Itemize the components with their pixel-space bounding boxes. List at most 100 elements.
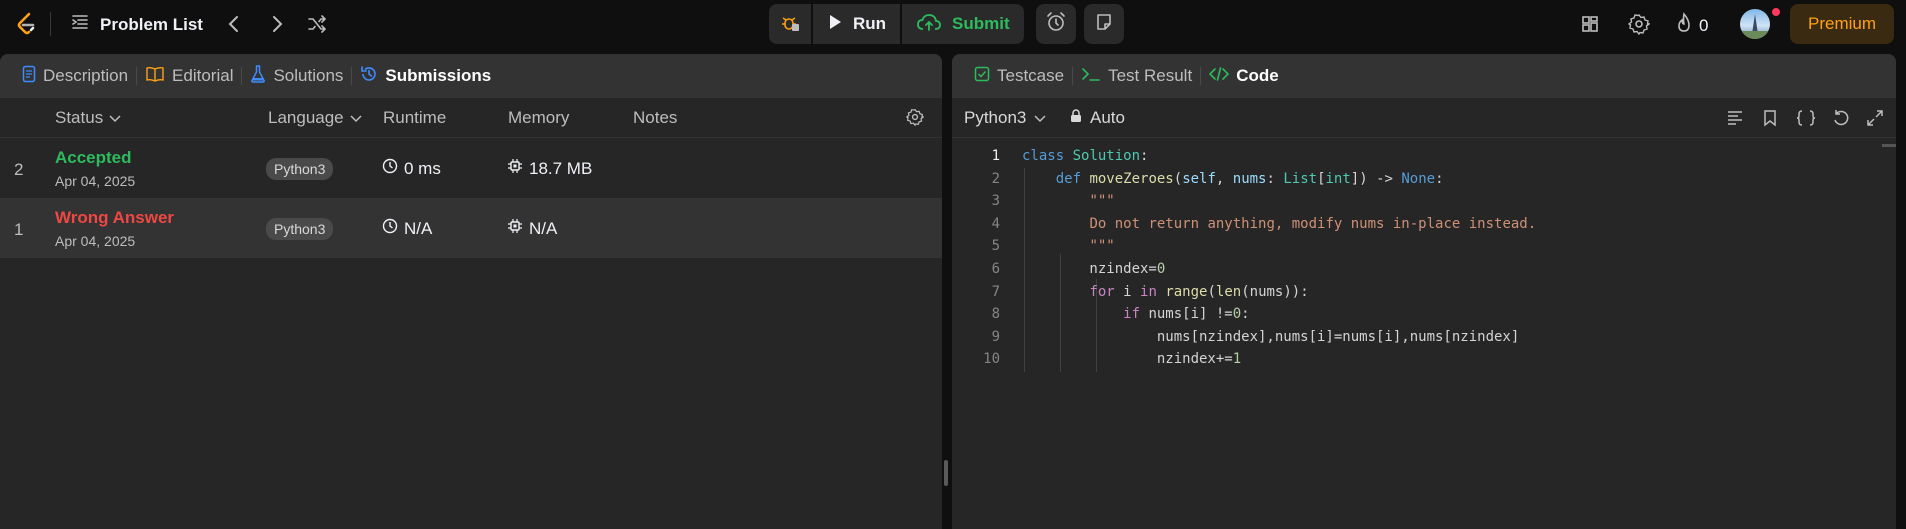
scrollbar[interactable] xyxy=(1882,144,1896,147)
run-button[interactable]: Run xyxy=(811,4,901,44)
runtime-value: N/A xyxy=(382,218,432,239)
memory-header-label: Memory xyxy=(508,108,570,127)
memory-value: 18.7 MB xyxy=(507,158,592,179)
editor-toolbar: Python3 Auto xyxy=(952,98,1896,138)
premium-button[interactable]: Premium xyxy=(1790,4,1894,44)
format-icon[interactable] xyxy=(1726,109,1744,132)
tab-test-result-label: Test Result xyxy=(1108,66,1193,85)
language-header-label: Language xyxy=(268,108,344,127)
chevron-down-icon xyxy=(109,108,121,128)
tab-description-label: Description xyxy=(43,66,129,85)
line-number: 8 xyxy=(991,306,1000,323)
notes-button[interactable] xyxy=(1084,4,1124,44)
auto-mode-label: Auto xyxy=(1090,107,1125,127)
code-line: if nums[i] !=0: xyxy=(1123,306,1250,323)
tab-testcase[interactable]: Testcase xyxy=(966,54,1072,98)
memory-text: N/A xyxy=(529,218,558,238)
status-column-header[interactable]: Status xyxy=(55,108,121,128)
bookmark-icon[interactable] xyxy=(1762,109,1778,132)
runtime-column-header: Runtime xyxy=(383,108,446,128)
expand-icon[interactable] xyxy=(1866,109,1884,132)
code-line: nzindex=0 xyxy=(1022,261,1166,277)
code-line: for i in range(len(nums)): xyxy=(1089,283,1309,300)
chevron-down-icon xyxy=(350,108,362,128)
status-wrong-answer[interactable]: Wrong Answer xyxy=(55,208,174,228)
prev-problem-icon[interactable] xyxy=(222,12,246,36)
table-row[interactable]: 1 Wrong Answer Apr 04, 2025 Python3 N/A … xyxy=(0,198,942,258)
code-line: def moveZeroes(self, nums: List[int]) ->… xyxy=(1055,170,1444,187)
submission-date: Apr 04, 2025 xyxy=(55,173,136,189)
tab-solutions[interactable]: Solutions xyxy=(242,54,351,98)
memory-value: N/A xyxy=(507,218,557,239)
problem-list-label: Problem List xyxy=(100,14,203,34)
row-index: 1 xyxy=(14,220,24,239)
table-settings-gear-icon[interactable] xyxy=(905,108,925,131)
streak-count: 0 xyxy=(1699,15,1709,35)
leetcode-logo-icon[interactable] xyxy=(12,10,40,38)
submissions-table-header: Status Language Runtime Memory Notes xyxy=(0,98,942,138)
next-problem-icon[interactable] xyxy=(265,12,289,36)
status-header-label: Status xyxy=(55,108,104,127)
tab-editorial-label: Editorial xyxy=(172,66,234,85)
submit-button[interactable]: Submit xyxy=(900,4,1024,44)
tab-submissions[interactable]: Submissions xyxy=(352,54,499,98)
tab-description[interactable]: Description xyxy=(14,54,136,98)
line-number: 2 xyxy=(991,170,1000,187)
line-number: 7 xyxy=(991,283,1000,300)
language-select[interactable]: Python3 xyxy=(964,108,1046,128)
submissions-panel: Description Editorial Solutions Submissi… xyxy=(0,54,942,529)
runtime-value: 0 ms xyxy=(382,158,441,179)
runtime-header-label: Runtime xyxy=(383,108,447,127)
tab-code-label: Code xyxy=(1236,66,1279,85)
code-panel: Testcase Test Result Code Python3 Auto 1… xyxy=(952,54,1896,529)
flame-icon xyxy=(1675,12,1693,39)
chevron-down-icon xyxy=(1034,108,1046,128)
runtime-text: 0 ms xyxy=(404,158,441,178)
tab-testcase-label: Testcase xyxy=(997,66,1065,85)
layout-icon[interactable] xyxy=(1578,12,1602,36)
clock-icon xyxy=(382,158,398,179)
problem-list-button[interactable]: Problem List xyxy=(70,12,203,37)
curly-braces-icon[interactable] xyxy=(1796,109,1816,132)
language-badge: Python3 xyxy=(266,158,334,180)
status-accepted[interactable]: Accepted xyxy=(55,148,132,168)
shuffle-icon[interactable] xyxy=(305,12,329,36)
line-number: 6 xyxy=(991,261,1000,277)
notes-header-label: Notes xyxy=(633,108,678,127)
table-row[interactable]: 2 Accepted Apr 04, 2025 Python3 0 ms 18.… xyxy=(0,138,942,198)
row-index: 2 xyxy=(14,160,24,179)
debug-button[interactable] xyxy=(769,4,811,44)
submit-label: Submit xyxy=(952,14,1010,33)
avatar[interactable] xyxy=(1740,9,1770,39)
clock-icon xyxy=(382,218,398,239)
cloud-upload-icon xyxy=(916,12,942,37)
document-icon xyxy=(22,65,36,88)
premium-label: Premium xyxy=(1807,14,1876,33)
list-icon xyxy=(70,12,90,37)
tab-submissions-label: Submissions xyxy=(385,66,492,85)
tab-editorial[interactable]: Editorial xyxy=(137,54,241,98)
checkbox-icon xyxy=(974,66,990,87)
language-column-header[interactable]: Language xyxy=(268,108,362,128)
reset-icon[interactable] xyxy=(1832,109,1850,132)
streak-counter[interactable]: 0 xyxy=(1675,12,1708,39)
tab-solutions-label: Solutions xyxy=(273,66,344,85)
tab-test-result[interactable]: Test Result xyxy=(1073,54,1200,98)
top-bar: Problem List Run Submit 0 Premium xyxy=(0,0,1906,48)
code-brackets-icon xyxy=(1209,66,1230,87)
play-icon xyxy=(827,13,843,36)
terminal-icon xyxy=(1081,66,1101,87)
timer-button[interactable] xyxy=(1036,4,1076,44)
panel-resize-handle[interactable] xyxy=(944,460,948,486)
settings-gear-icon[interactable] xyxy=(1627,12,1651,36)
runtime-text: N/A xyxy=(404,218,433,238)
memory-column-header: Memory xyxy=(508,108,569,128)
code-line: Do not return anything, modify nums in-p… xyxy=(1089,215,1537,232)
flask-icon xyxy=(250,64,266,88)
code-line: """ xyxy=(1089,193,1115,210)
language-badge: Python3 xyxy=(266,218,334,240)
line-number: 10 xyxy=(983,351,1000,368)
line-number: 1 xyxy=(991,148,1000,164)
auto-mode-toggle[interactable]: Auto xyxy=(1070,108,1125,128)
tab-code[interactable]: Code xyxy=(1201,54,1287,98)
